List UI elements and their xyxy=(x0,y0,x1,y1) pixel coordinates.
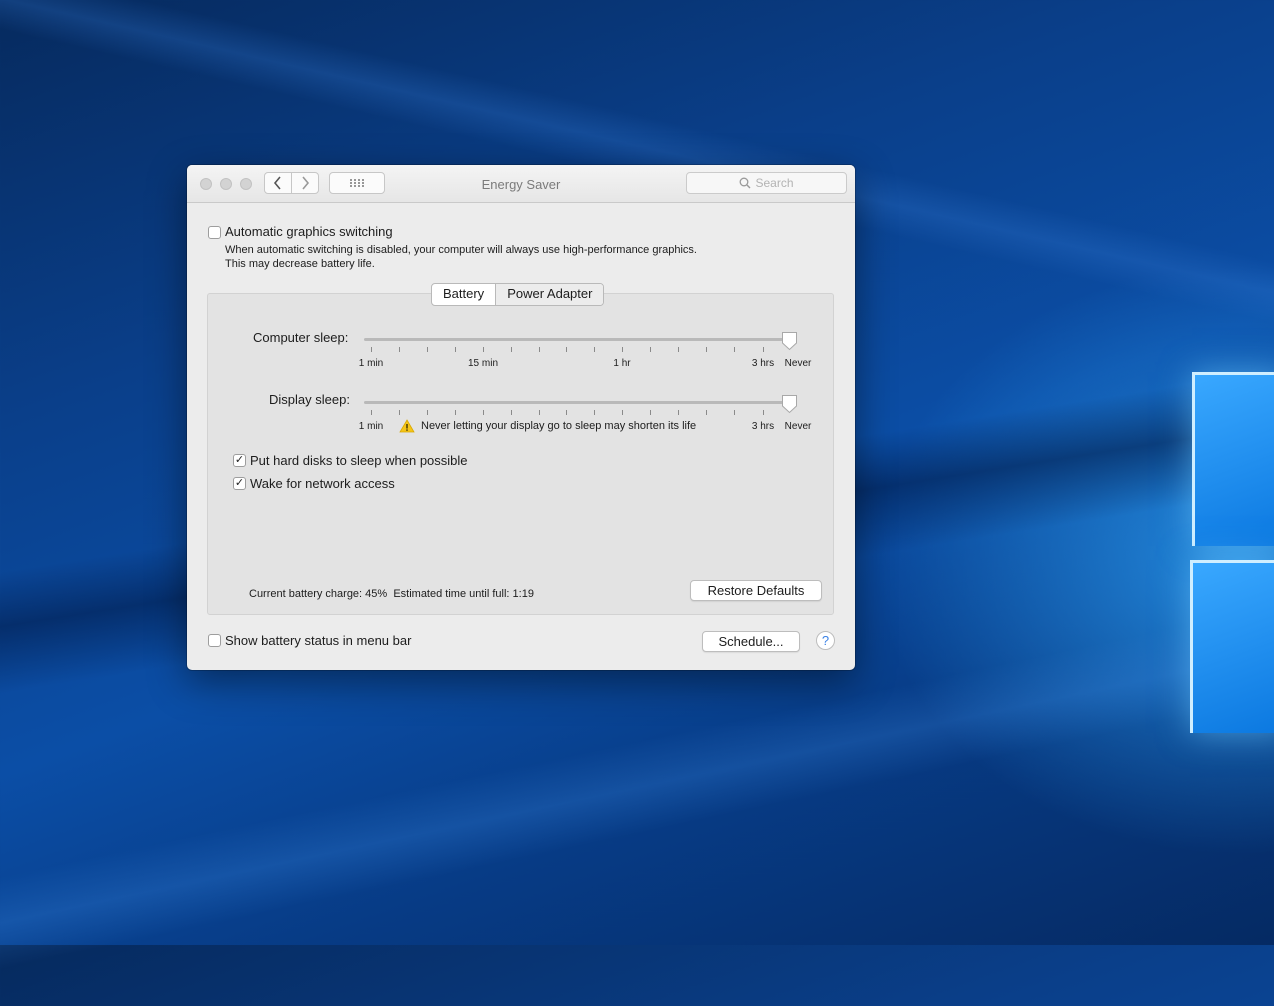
slider-tick xyxy=(678,410,679,415)
tick-label-1-min: 1 min xyxy=(358,421,384,432)
slider-tick xyxy=(539,410,540,415)
slider-tick xyxy=(594,410,595,415)
tick-label-never: Never xyxy=(784,358,812,369)
tab-battery[interactable]: Battery xyxy=(432,284,495,305)
computer-sleep-slider[interactable] xyxy=(364,338,795,341)
slider-tick xyxy=(399,410,400,415)
slider-tick xyxy=(763,410,764,415)
hard-disks-sleep-checkbox[interactable]: ✓ xyxy=(233,454,246,467)
slider-tick xyxy=(594,347,595,352)
slider-tick xyxy=(455,347,456,352)
title-bar[interactable]: Energy Saver Search xyxy=(187,165,855,203)
energy-saver-window: Energy Saver Search Automatic graphics s… xyxy=(187,165,855,670)
slider-tick xyxy=(566,347,567,352)
computer-sleep-label: Computer sleep: xyxy=(253,330,349,345)
slider-tick xyxy=(483,347,484,352)
slider-tick xyxy=(622,410,623,415)
slider-tick xyxy=(371,410,372,415)
tick-label-15-min: 15 min xyxy=(467,358,499,369)
power-source-tabs: Battery Power Adapter xyxy=(431,283,605,306)
graphics-switching-checkbox[interactable] xyxy=(208,226,221,239)
search-placeholder: Search xyxy=(755,176,794,190)
slider-tick xyxy=(734,347,735,352)
wallpaper-logo-pane xyxy=(1192,372,1274,546)
slider-tick xyxy=(427,347,428,352)
display-sleep-slider-thumb[interactable] xyxy=(781,394,798,414)
slider-tick xyxy=(511,410,512,415)
graphics-switching-description: When automatic switching is disabled, yo… xyxy=(225,244,697,256)
estimated-time-text: Estimated time until full: 1:19 xyxy=(393,588,534,600)
slider-tick xyxy=(399,347,400,352)
search-field[interactable]: Search xyxy=(686,172,847,194)
battery-charge-status: Current battery charge: 45% Estimated ti… xyxy=(249,588,534,600)
menu-bar-status-label: Show battery status in menu bar xyxy=(225,633,412,648)
tick-label-1-min: 1 min xyxy=(358,358,384,369)
slider-tick xyxy=(706,410,707,415)
slider-tick xyxy=(511,347,512,352)
wake-network-checkbox[interactable]: ✓ xyxy=(233,477,246,490)
display-sleep-label: Display sleep: xyxy=(269,392,350,407)
slider-tick xyxy=(483,410,484,415)
schedule-button[interactable]: Schedule... xyxy=(702,631,800,652)
slider-tick xyxy=(734,410,735,415)
slider-tick xyxy=(455,410,456,415)
help-button[interactable]: ? xyxy=(816,631,835,650)
search-icon xyxy=(740,177,751,189)
slider-tick xyxy=(427,410,428,415)
tick-label-3-hrs: 3 hrs xyxy=(751,421,775,432)
warning-triangle-icon xyxy=(399,419,415,433)
slider-tick xyxy=(650,347,651,352)
graphics-switching-description: This may decrease battery life. xyxy=(225,258,375,270)
slider-tick xyxy=(650,410,651,415)
tick-label-1-hr: 1 hr xyxy=(613,358,631,369)
computer-sleep-slider-thumb[interactable] xyxy=(781,331,798,351)
graphics-switching-label: Automatic graphics switching xyxy=(225,224,393,239)
hard-disks-sleep-label: Put hard disks to sleep when possible xyxy=(250,453,468,468)
slider-tick xyxy=(763,347,764,352)
slider-tick xyxy=(622,347,623,352)
slider-tick xyxy=(566,410,567,415)
battery-charge-text: Current battery charge: 45% xyxy=(249,588,388,600)
wake-network-label: Wake for network access xyxy=(250,476,395,491)
slider-tick xyxy=(678,347,679,352)
restore-defaults-button[interactable]: Restore Defaults xyxy=(690,580,822,601)
tab-power-adapter[interactable]: Power Adapter xyxy=(495,284,604,305)
tick-label-3-hrs: 3 hrs xyxy=(751,358,775,369)
slider-tick xyxy=(371,347,372,352)
display-sleep-warning: Never letting your display go to sleep m… xyxy=(421,420,697,432)
wallpaper-logo-pane xyxy=(1190,560,1274,733)
display-sleep-slider[interactable] xyxy=(364,401,795,404)
tick-label-never: Never xyxy=(784,421,812,432)
menu-bar-status-checkbox[interactable] xyxy=(208,634,221,647)
slider-tick xyxy=(539,347,540,352)
slider-tick xyxy=(706,347,707,352)
